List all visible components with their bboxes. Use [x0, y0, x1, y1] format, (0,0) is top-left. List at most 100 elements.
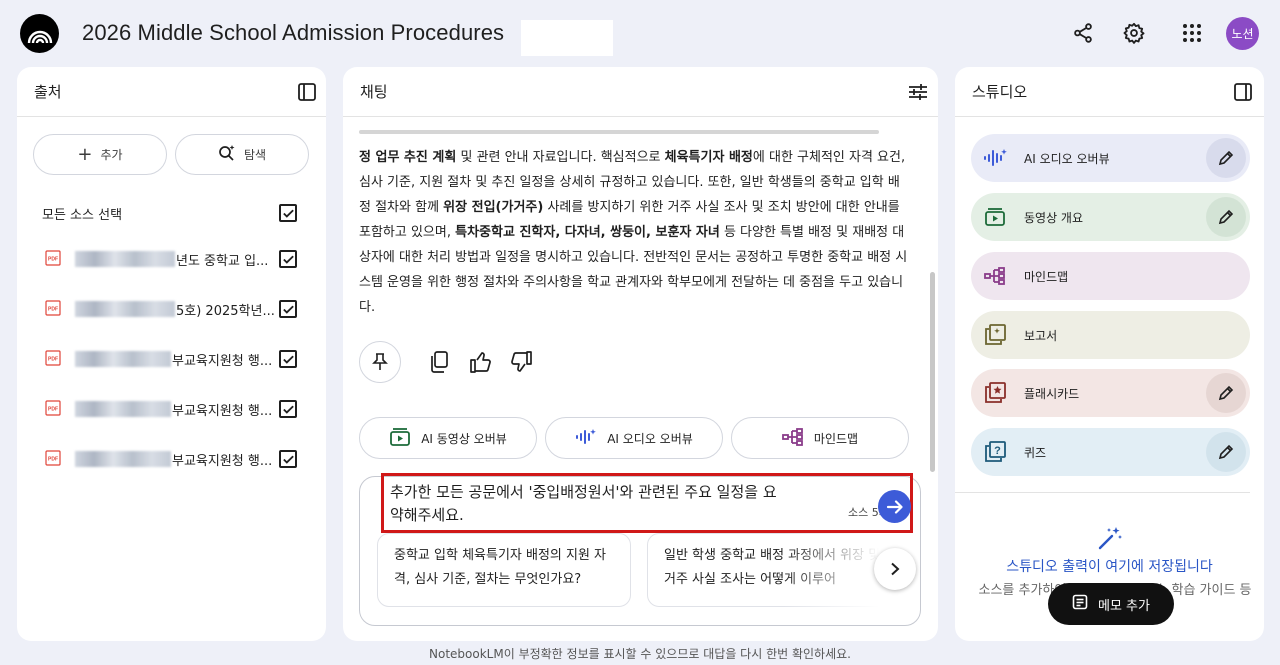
- arrow-right-icon: [886, 499, 903, 514]
- add-source-label: 추가: [100, 148, 123, 162]
- source-checkbox[interactable]: [279, 300, 297, 318]
- quiz-icon: ?: [983, 440, 1007, 464]
- settings-gear-icon[interactable]: [1121, 20, 1147, 46]
- studio-item-label: 보고서: [1024, 329, 1058, 343]
- discover-sources-button[interactable]: 탐색: [175, 134, 309, 175]
- response-text-segment: 및 관련 안내 자료입니다. 핵심적으로: [456, 150, 665, 165]
- svg-text:PDF: PDF: [48, 257, 58, 263]
- plus-icon: +: [77, 143, 93, 165]
- thumbs-down-icon[interactable]: [509, 350, 533, 374]
- pin-icon: [372, 353, 388, 370]
- search-sparkle-icon: [218, 144, 236, 165]
- add-memo-label: 메모 추가: [1098, 598, 1150, 614]
- chat-panel: 채팅 정 업무 추진 계획 및 관련 안내 자료입니다. 핵심적으로 체육특기자…: [343, 67, 938, 641]
- chevron-right-icon: [891, 562, 900, 576]
- flashcard-icon: [983, 381, 1007, 405]
- chat-response: 정 업무 추진 계획 및 관련 안내 자료입니다. 핵심적으로 체육특기자 배정…: [359, 145, 909, 320]
- edit-pencil-icon[interactable]: [1206, 373, 1246, 413]
- chip-ai-video-overview[interactable]: AI 동영상 오버뷰: [359, 417, 537, 459]
- apps-grid-icon[interactable]: [1179, 20, 1205, 46]
- studio-divider: [955, 492, 1250, 493]
- clipped-text-line: [359, 125, 909, 135]
- redacted-name: [75, 351, 171, 367]
- user-avatar[interactable]: 노션: [1226, 17, 1259, 50]
- svg-text:PDF: PDF: [48, 357, 58, 363]
- source-label: 부교육지원청 행...: [172, 454, 273, 469]
- sources-panel: 출처 + 추가 탐색 모든 소스 선택 PDF 년도 중학교 입... PDF …: [17, 67, 326, 641]
- studio-item-audio-overview[interactable]: AI 오디오 오버뷰: [971, 134, 1250, 182]
- studio-panel: 스튜디오 AI 오디오 오버뷰 동영상 개요 마인드맵 보고서 플래시카드 ? …: [955, 67, 1264, 641]
- chip-label: AI 오디오 오버뷰: [607, 431, 693, 446]
- panel-divider: [955, 116, 1264, 117]
- collapse-studio-icon[interactable]: [1234, 83, 1252, 105]
- redacted-name: [75, 451, 171, 467]
- disclaimer-note: NotebookLM이 부정확한 정보를 표시할 수 있으므로 대답을 다시 한…: [429, 647, 851, 661]
- chat-tune-icon[interactable]: [908, 83, 928, 105]
- video-play-icon: [389, 427, 411, 450]
- source-checkbox[interactable]: [279, 400, 297, 418]
- suggested-question[interactable]: 중학교 입학 체육특기자 배정의 지원 자격, 심사 기준, 절차는 무엇인가요…: [377, 533, 631, 607]
- studio-item-label: 마인드맵: [1024, 270, 1069, 284]
- add-memo-button[interactable]: 메모 추가: [1048, 583, 1174, 625]
- discover-label: 탐색: [243, 148, 267, 162]
- panel-divider: [17, 116, 326, 117]
- studio-item-label: 동영상 개요: [1024, 211, 1084, 225]
- audio-waveform-icon: [575, 427, 597, 450]
- response-paragraph: 정 업무 추진 계획 및 관련 안내 자료입니다. 핵심적으로 체육특기자 배정…: [359, 145, 909, 320]
- add-source-button[interactable]: + 추가: [33, 134, 167, 175]
- share-icon[interactable]: [1070, 20, 1096, 46]
- edit-pencil-icon[interactable]: [1206, 138, 1246, 178]
- studio-item-report[interactable]: 보고서: [971, 311, 1250, 359]
- chip-label: AI 동영상 오버뷰: [421, 431, 507, 446]
- note-icon: [1072, 594, 1088, 614]
- suggestions-next-button[interactable]: [874, 548, 916, 590]
- svg-text:PDF: PDF: [48, 407, 58, 413]
- audio-waveform-icon: [983, 146, 1007, 170]
- source-checkbox[interactable]: [279, 250, 297, 268]
- source-checkbox[interactable]: [279, 450, 297, 468]
- video-play-icon: [983, 205, 1007, 229]
- collapse-panel-icon[interactable]: [298, 83, 316, 105]
- svg-text:?: ?: [994, 445, 1001, 457]
- send-button[interactable]: [878, 490, 911, 523]
- source-item[interactable]: PDF 부교육지원청 행...: [45, 347, 305, 371]
- studio-item-flashcards[interactable]: 플래시카드: [971, 369, 1250, 417]
- source-item[interactable]: PDF 부교육지원청 행...: [45, 447, 305, 471]
- studio-item-mindmap[interactable]: 마인드맵: [971, 252, 1250, 300]
- source-item[interactable]: PDF 부교육지원청 행...: [45, 397, 305, 421]
- studio-item-label: 퀴즈: [1024, 446, 1047, 460]
- query-input-text[interactable]: 추가한 모든 공문에서 '중입배정원서'와 관련된 주요 일정을 요약해주세요.: [390, 481, 790, 527]
- chip-label: 마인드맵: [813, 431, 859, 446]
- svg-text:PDF: PDF: [48, 307, 58, 313]
- pin-button[interactable]: [359, 341, 401, 383]
- response-bold-text: 특차중학교 진학자, 다자녀, 쌍둥이, 보훈자 자녀: [455, 225, 720, 240]
- studio-item-label: AI 오디오 오버뷰: [1024, 152, 1110, 166]
- edit-pencil-icon[interactable]: [1206, 432, 1246, 472]
- chip-mindmap[interactable]: 마인드맵: [731, 417, 909, 459]
- edit-pencil-icon[interactable]: [1206, 197, 1246, 237]
- report-icon: [983, 323, 1007, 347]
- redacted-name: [75, 251, 175, 267]
- notebook-title[interactable]: 2026 Middle School Admission Procedures: [82, 20, 504, 46]
- chip-ai-audio-overview[interactable]: AI 오디오 오버뷰: [545, 417, 723, 459]
- thumbs-up-icon[interactable]: [469, 350, 493, 374]
- source-checkbox[interactable]: [279, 350, 297, 368]
- source-label: 부교육지원청 행...: [172, 404, 273, 419]
- notebooklm-logo-icon[interactable]: [20, 14, 59, 53]
- select-all-label: 모든 소스 선택: [42, 208, 123, 223]
- mindmap-icon: [983, 264, 1007, 288]
- pdf-icon: PDF: [45, 450, 61, 466]
- source-item[interactable]: PDF 년도 중학교 입...: [45, 247, 305, 271]
- mindmap-icon: [782, 427, 804, 449]
- response-bold-text: 위장 전입(가거주): [443, 200, 544, 215]
- pdf-icon: PDF: [45, 400, 61, 416]
- studio-item-video-overview[interactable]: 동영상 개요: [971, 193, 1250, 241]
- copy-icon[interactable]: [427, 350, 451, 374]
- studio-panel-title: 스튜디오: [972, 83, 1028, 101]
- source-item[interactable]: PDF 5호) 2025학년...: [45, 297, 305, 321]
- chat-scrollbar[interactable]: [930, 272, 935, 472]
- select-all-checkbox[interactable]: [279, 204, 297, 222]
- response-bold-text: 체육특기자 배정: [664, 150, 753, 165]
- studio-item-quiz[interactable]: ? 퀴즈: [971, 428, 1250, 476]
- title-redaction: [521, 20, 613, 56]
